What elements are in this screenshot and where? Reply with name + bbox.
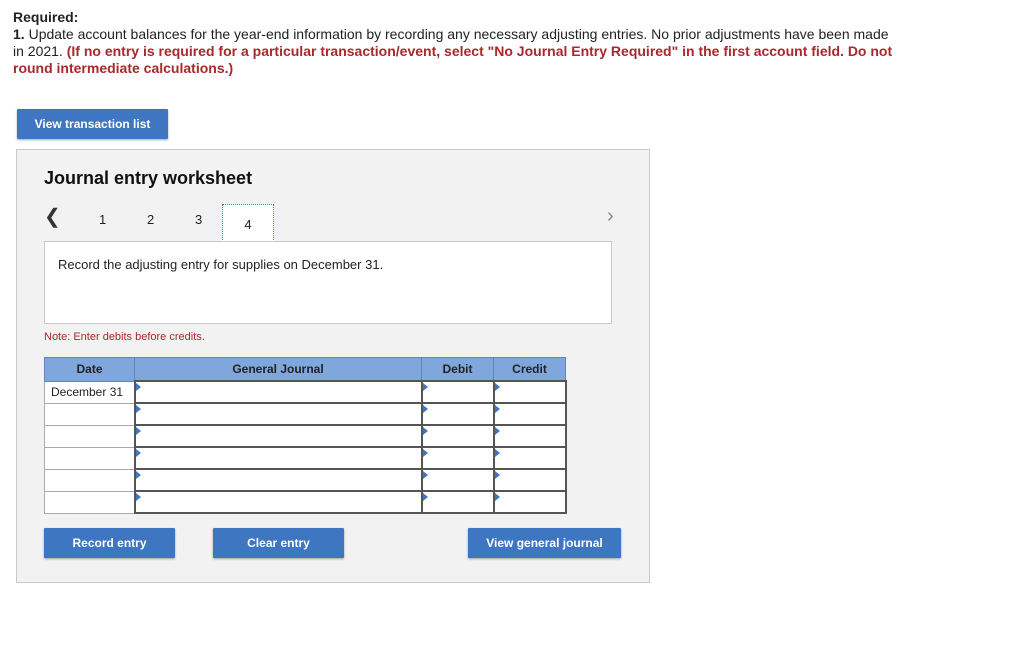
debit-input[interactable] (420, 490, 495, 514)
entry-description-box: Record the adjusting entry for supplies … (44, 241, 612, 324)
input-marker-icon (494, 405, 500, 413)
date-cell (44, 490, 135, 514)
credit-input[interactable] (492, 424, 567, 448)
date-cell (44, 468, 135, 492)
input-marker-icon (422, 383, 428, 391)
account-input[interactable] (133, 490, 423, 514)
input-marker-icon (494, 427, 500, 435)
credit-input[interactable] (492, 446, 567, 470)
chevron-right-icon[interactable]: › (607, 205, 614, 228)
step-1[interactable]: 1 (99, 212, 106, 227)
credit-input[interactable] (492, 380, 567, 404)
input-marker-icon (422, 427, 428, 435)
step-3[interactable]: 3 (195, 212, 202, 227)
input-marker-icon (494, 493, 500, 501)
date-cell (44, 402, 135, 426)
worksheet-title: Journal entry worksheet (44, 168, 253, 188)
credit-input[interactable] (492, 468, 567, 492)
step-4-active[interactable]: 4 (222, 204, 274, 244)
debit-input[interactable] (420, 468, 495, 492)
table-row (44, 468, 567, 492)
dropdown-marker-icon (135, 427, 141, 435)
input-marker-icon (494, 471, 500, 479)
table-row: December 31 (44, 380, 567, 404)
header-general-journal: General Journal (134, 357, 422, 382)
input-marker-icon (494, 383, 500, 391)
header-credit: Credit (493, 357, 566, 382)
record-entry-button[interactable]: Record entry (44, 528, 175, 558)
input-marker-icon (494, 449, 500, 457)
table-row (44, 446, 567, 470)
header-date: Date (44, 357, 135, 382)
input-marker-icon (422, 405, 428, 413)
account-input[interactable] (133, 380, 423, 404)
step-2[interactable]: 2 (147, 212, 154, 227)
credit-input[interactable] (492, 402, 567, 426)
debit-input[interactable] (420, 424, 495, 448)
journal-entry-table: Date General Journal Debit Credit Decemb… (44, 357, 567, 514)
date-cell (44, 446, 135, 470)
table-row (44, 490, 567, 514)
journal-entry-worksheet-panel: Journal entry worksheet ❮ 1 2 3 4 › Reco… (16, 149, 650, 583)
required-label: Required: (13, 9, 79, 25)
account-input[interactable] (133, 468, 423, 492)
entry-description: Record the adjusting entry for supplies … (58, 257, 384, 272)
credit-input[interactable] (492, 490, 567, 514)
input-marker-icon (422, 493, 428, 501)
date-cell: December 31 (44, 380, 135, 404)
debit-input[interactable] (420, 380, 495, 404)
input-marker-icon (422, 449, 428, 457)
account-input[interactable] (133, 424, 423, 448)
account-input[interactable] (133, 402, 423, 426)
view-general-journal-button[interactable]: View general journal (468, 528, 621, 558)
header-debit: Debit (421, 357, 494, 382)
instructions: Required: 1. Update account balances for… (13, 9, 893, 77)
date-cell (44, 424, 135, 448)
debit-input[interactable] (420, 446, 495, 470)
table-row (44, 424, 567, 448)
chevron-left-icon[interactable]: ❮ (44, 204, 61, 229)
item-number: 1. (13, 26, 25, 42)
entry-note: Note: Enter debits before credits. (44, 331, 205, 343)
clear-entry-button[interactable]: Clear entry (213, 528, 344, 558)
dropdown-marker-icon (135, 493, 141, 501)
input-marker-icon (422, 471, 428, 479)
debit-input[interactable] (420, 402, 495, 426)
item-emphasis: (If no entry is required for a particula… (13, 43, 893, 76)
dropdown-marker-icon (135, 405, 141, 413)
account-input[interactable] (133, 446, 423, 470)
dropdown-marker-icon (135, 449, 141, 457)
dropdown-marker-icon (135, 383, 141, 391)
table-row (44, 402, 567, 426)
view-transaction-list-button[interactable]: View transaction list (17, 109, 168, 139)
dropdown-marker-icon (135, 471, 141, 479)
